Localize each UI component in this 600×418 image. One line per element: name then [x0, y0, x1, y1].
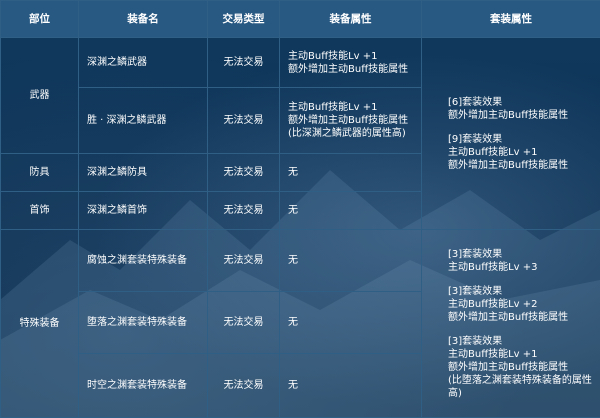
equipment-table-panel: 部位 装备名 交易类型 装备属性 套装属性 武器 深渊之鳞武器 无法交易 主动B…	[0, 0, 600, 418]
equipment-attr: 无	[279, 229, 422, 292]
table-row: 特殊装备 腐蚀之渊套装特殊装备 无法交易 无 [3]套装效果 主动Buff技能L…	[0, 229, 600, 418]
set-effect-corrosion: [3]套装效果 主动Buff技能Lv +3	[448, 248, 600, 274]
set-effect-6: [6]套装效果 额外增加主动Buff技能属性	[448, 96, 600, 122]
equipment-name: 深渊之鳞首饰	[78, 191, 208, 230]
table-row: 武器 深渊之鳞武器 无法交易 主动Buff技能Lv +1 额外增加主动Buff技…	[0, 37, 600, 230]
set-effect-line: 额外增加主动Buff技能属性	[448, 361, 569, 373]
header-set-attr: 套装属性	[421, 0, 600, 38]
set-effect-line: 额外增加主动Buff技能属性	[448, 311, 569, 323]
attr-line: 额外增加主动Buff技能属性	[288, 63, 409, 75]
equipment-attr: 无	[279, 191, 422, 230]
attr-line: 额外增加主动Buff技能属性	[288, 115, 409, 126]
header-slot: 部位	[0, 0, 79, 38]
trade-type: 无法交易	[207, 229, 280, 292]
slot-armor: 防具	[0, 153, 79, 192]
set-effect-title: [3]套装效果	[448, 285, 503, 297]
header-equipment-name: 装备名	[78, 0, 208, 38]
equipment-name: 腐蚀之渊套装特殊装备	[78, 229, 208, 292]
equipment-name: 深渊之鳞武器	[78, 37, 208, 88]
trade-type: 无法交易	[207, 291, 280, 354]
slot-special: 特殊装备	[0, 229, 79, 418]
equipment-name: 时空之渊套装特殊装备	[78, 353, 208, 418]
equipment-attr: 无	[279, 353, 422, 418]
equipment-attr: 无	[279, 291, 422, 354]
table-header-row: 部位 装备名 交易类型 装备属性 套装属性	[0, 0, 600, 38]
set-effect-line: 主动Buff技能Lv +1	[448, 146, 538, 158]
slot-accessory: 首饰	[0, 191, 79, 230]
set-effect-line: (比堕落之渊套装特殊装备的属性高)	[448, 374, 592, 399]
equipment-attr: 无	[279, 153, 422, 192]
set-effect-spacetime: [3]套装效果 主动Buff技能Lv +1 额外增加主动Buff技能属性 (比堕…	[448, 335, 600, 400]
set-effect-title: [3]套装效果	[448, 248, 503, 260]
equipment-name: 堕落之渊套装特殊装备	[78, 291, 208, 354]
set-effect-title: [3]套装效果	[448, 335, 503, 347]
set-effect-line: 额外增加主动Buff技能属性	[448, 109, 569, 121]
attr-line: 主动Buff技能Lv +1	[288, 102, 378, 113]
attr-line: (比深渊之鳞武器的属性高)	[288, 128, 406, 139]
equipment-attr: 主动Buff技能Lv +1 额外增加主动Buff技能属性	[279, 37, 422, 88]
set-effect-title: [9]套装效果	[448, 133, 503, 145]
equipment-attr: 主动Buff技能Lv +1 额外增加主动Buff技能属性 (比深渊之鳞武器的属性…	[279, 87, 422, 154]
trade-type: 无法交易	[207, 37, 280, 88]
set-attr-special: [3]套装效果 主动Buff技能Lv +3 [3]套装效果 主动Buff技能Lv…	[421, 229, 600, 418]
equipment-name: 深渊之鳞防具	[78, 153, 208, 192]
set-effect-fallen: [3]套装效果 主动Buff技能Lv +2 额外增加主动Buff技能属性	[448, 285, 600, 324]
slot-weapon: 武器	[0, 37, 79, 154]
set-effect-line: 主动Buff技能Lv +2	[448, 298, 538, 310]
set-effect-line: 额外增加主动Buff技能属性	[448, 159, 569, 171]
equipment-table: 部位 装备名 交易类型 装备属性 套装属性 武器 深渊之鳞武器 无法交易 主动B…	[0, 0, 600, 418]
set-effect-title: [6]套装效果	[448, 96, 503, 108]
attr-line: 主动Buff技能Lv +1	[288, 50, 378, 62]
set-attr-weapon-armor-accessory: [6]套装效果 额外增加主动Buff技能属性 [9]套装效果 主动Buff技能L…	[421, 37, 600, 230]
trade-type: 无法交易	[207, 87, 280, 154]
header-equipment-attr: 装备属性	[279, 0, 422, 38]
header-trade-type: 交易类型	[207, 0, 280, 38]
trade-type: 无法交易	[207, 153, 280, 192]
equipment-name: 胜 · 深渊之鳞武器	[78, 87, 208, 154]
set-effect-line: 主动Buff技能Lv +3	[448, 261, 538, 273]
trade-type: 无法交易	[207, 191, 280, 230]
trade-type: 无法交易	[207, 353, 280, 418]
set-effect-9: [9]套装效果 主动Buff技能Lv +1 额外增加主动Buff技能属性	[448, 133, 600, 172]
set-effect-line: 主动Buff技能Lv +1	[448, 348, 538, 360]
